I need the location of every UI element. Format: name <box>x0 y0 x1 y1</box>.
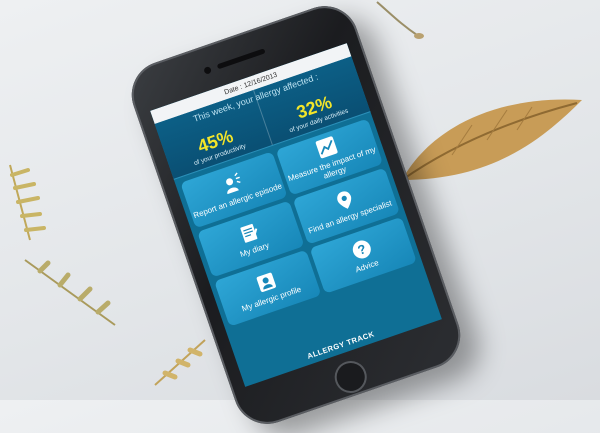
user-speaking-icon <box>225 172 241 195</box>
profile-card-icon <box>256 272 276 293</box>
dried-leaf-large <box>401 99 582 181</box>
chart-icon <box>315 136 337 158</box>
cedar-sprig-2 <box>24 259 116 326</box>
cedar-sprig-3 <box>154 339 206 386</box>
earpiece-speaker <box>216 48 266 70</box>
twig <box>376 1 424 39</box>
home-button[interactable] <box>330 356 372 398</box>
map-pin-icon <box>336 191 351 209</box>
cedar-sprig-1 <box>9 164 46 241</box>
question-icon: ? <box>352 240 371 259</box>
scene: Date : 12/16/2013 This week, your allerg… <box>0 0 600 433</box>
diary-icon <box>239 224 257 243</box>
front-camera <box>203 65 213 75</box>
